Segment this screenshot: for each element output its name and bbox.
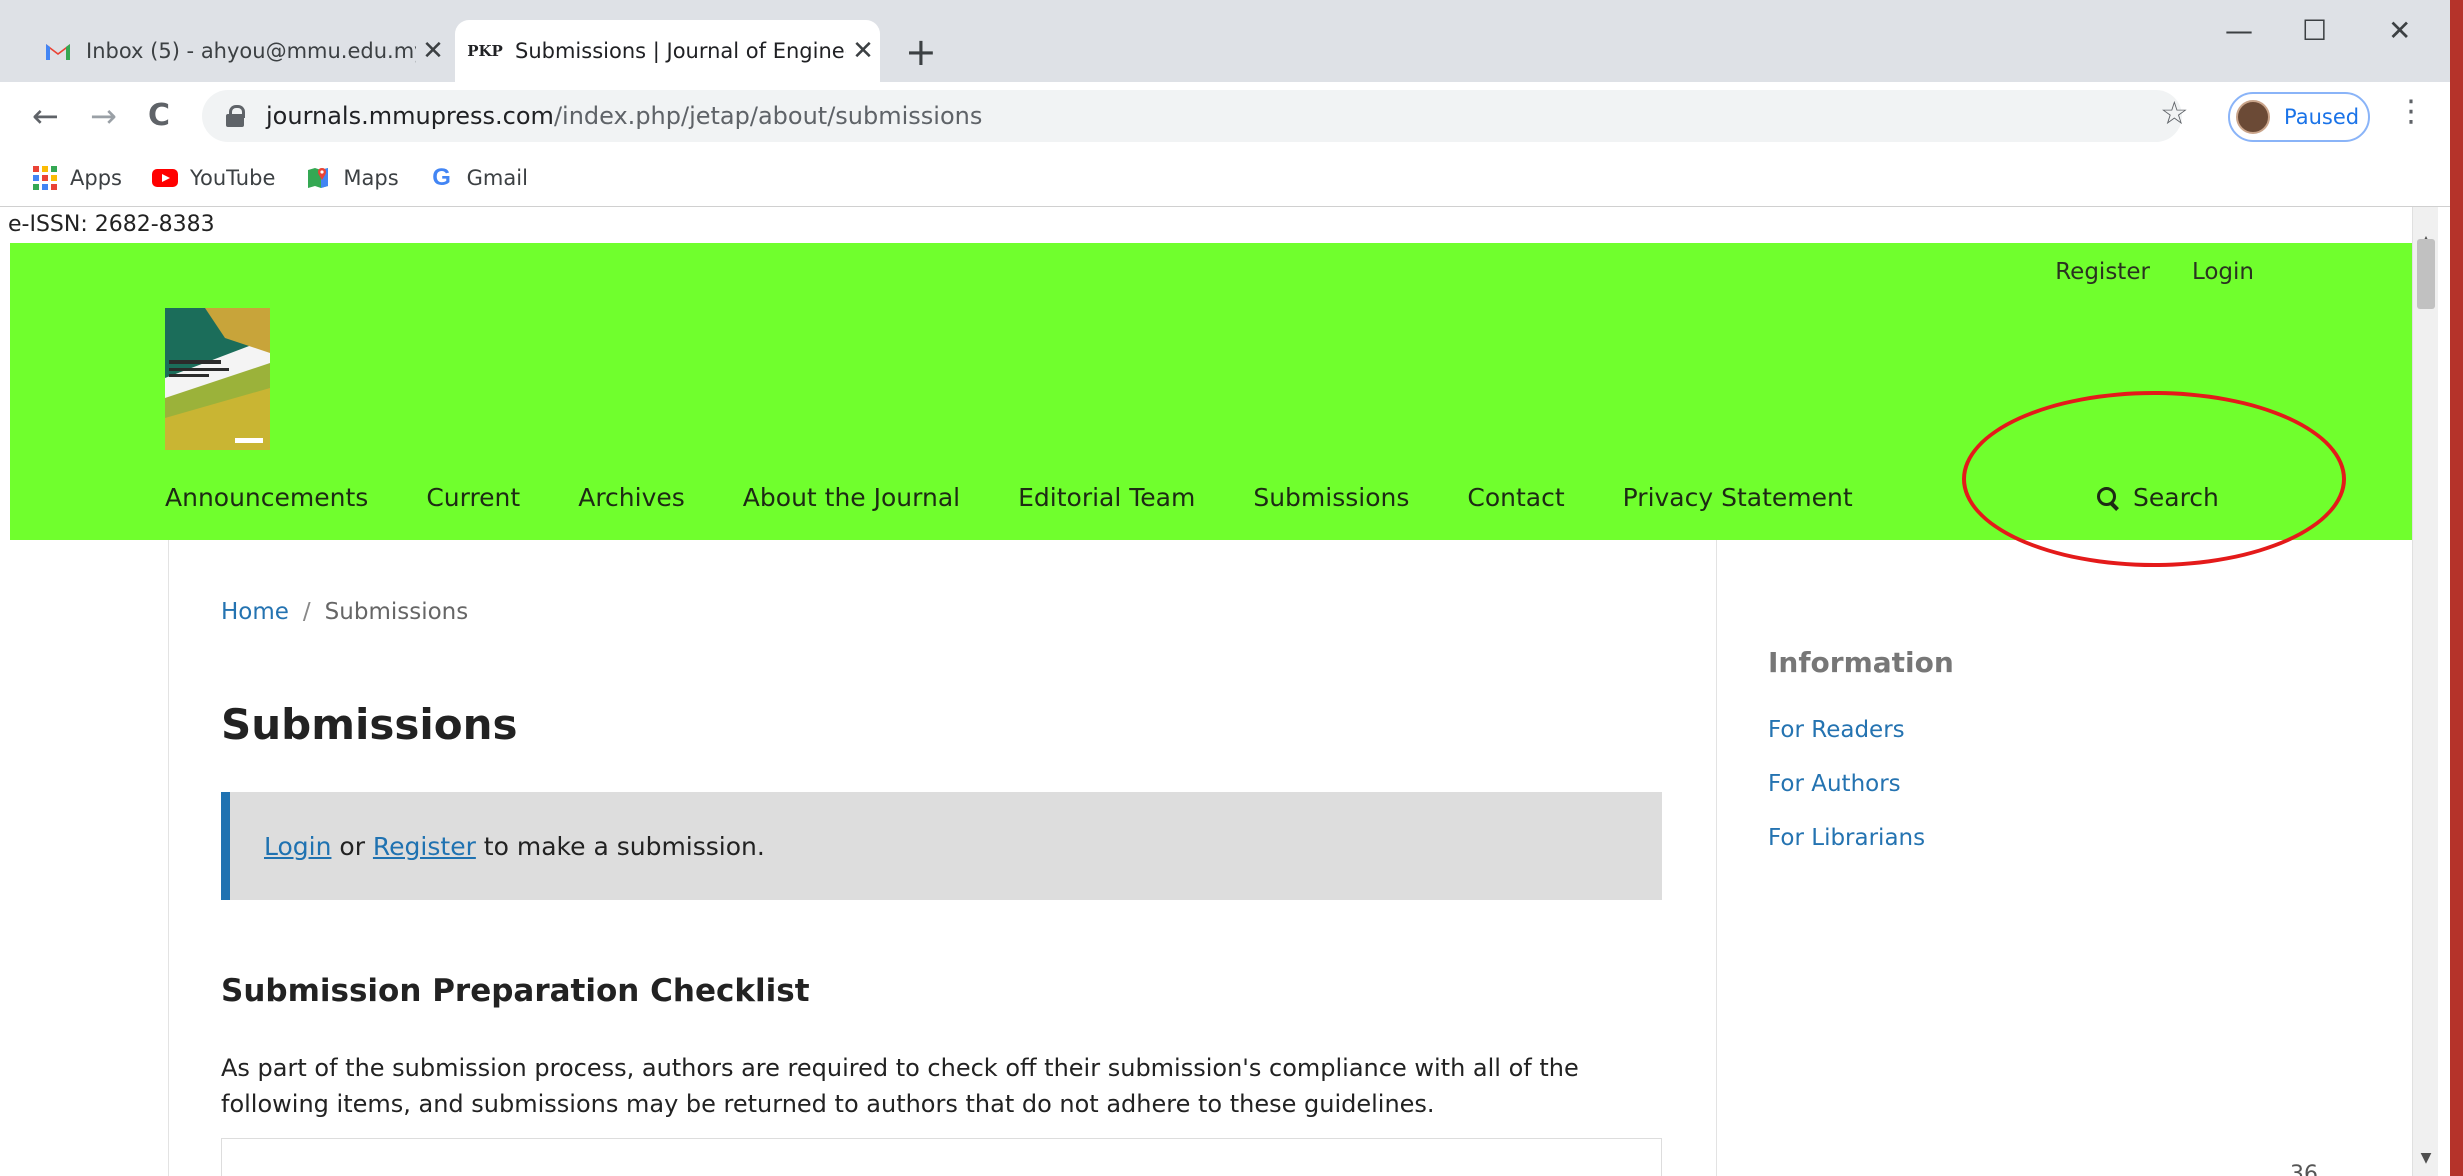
bookmark-label: Maps [343, 166, 399, 190]
user-links: Register Login [2055, 259, 2254, 285]
primary-nav: Announcements Current Archives About the… [165, 483, 1853, 512]
browser-toolbar: ← → C journals.mmupress.com/index.php/je… [0, 82, 2450, 150]
bookmark-star-icon[interactable]: ☆ [2160, 94, 2189, 132]
nav-item-contact[interactable]: Contact [1467, 483, 1564, 512]
submission-notice: Login or Register to make a submission. [221, 792, 1662, 900]
scroll-down-icon[interactable]: ▼ [2413, 1150, 2439, 1172]
browser-chrome: Inbox (5) - ahyou@mmu.edu.my ✕ PKP Submi… [0, 0, 2450, 207]
pkp-icon: PKP [467, 42, 503, 60]
bookmarks-bar: Apps YouTube Maps G Gmail [0, 150, 2450, 207]
lock-icon [226, 105, 246, 127]
minimize-icon[interactable]: — [2225, 14, 2253, 47]
page-title: Submissions [221, 700, 518, 749]
bookmark-youtube[interactable]: YouTube [151, 166, 276, 190]
browser-menu-icon[interactable]: ⋮ [2396, 94, 2426, 129]
tab-title: Submissions | Journal of Enginee [515, 39, 846, 63]
checklist-heading: Submission Preparation Checklist [221, 973, 810, 1009]
register-link[interactable]: Register [2055, 259, 2150, 285]
nav-item-archives[interactable]: Archives [578, 483, 685, 512]
bookmark-label: Gmail [466, 166, 528, 190]
bookmark-label: Apps [70, 166, 122, 190]
slide-number: 36 [2290, 1162, 2318, 1176]
bookmark-label: YouTube [189, 166, 276, 190]
notice-register-link[interactable]: Register [373, 832, 476, 861]
main-content: Home / Submissions Submissions Login or Re… [168, 540, 2412, 1176]
slide-edge [2450, 0, 2463, 1176]
tab-strip: Inbox (5) - ahyou@mmu.edu.my ✕ PKP Submi… [0, 0, 2450, 82]
profile-button[interactable]: Paused [2228, 92, 2370, 142]
nav-item-announcements[interactable]: Announcements [165, 483, 368, 512]
notice-text: to make a submission. [475, 831, 765, 861]
url-path: /index.php/jetap/about/submissions [553, 102, 983, 130]
window-close-icon[interactable]: ✕ [2388, 14, 2411, 47]
checklist-description: As part of the submission process, autho… [221, 1054, 1579, 1118]
notice-login-link[interactable]: Login [264, 832, 331, 861]
sidebar-divider [1716, 540, 1717, 1176]
tab-submissions[interactable]: PKP Submissions | Journal of Enginee ✕ [455, 20, 880, 82]
nav-item-privacy[interactable]: Privacy Statement [1623, 483, 1853, 512]
bookmark-apps[interactable]: Apps [32, 166, 122, 190]
sidebar-heading: Information [1768, 646, 1954, 679]
issn-text: e-ISSN: 2682-8383 [8, 212, 215, 237]
bookmark-maps[interactable]: Maps [305, 166, 399, 190]
tab-title: Inbox (5) - ahyou@mmu.edu.my [86, 39, 416, 63]
gmail-icon [44, 40, 72, 62]
profile-status: Paused [2284, 105, 2360, 129]
apps-grid-icon [32, 166, 58, 190]
tab-close-icon[interactable]: ✕ [846, 36, 880, 66]
scroll-thumb[interactable] [2417, 239, 2435, 309]
nav-item-current[interactable]: Current [426, 483, 520, 512]
forward-icon[interactable]: → [90, 94, 117, 138]
address-bar[interactable]: journals.mmupress.com/index.php/jetap/ab… [202, 90, 2182, 142]
maps-icon [305, 167, 331, 189]
sidebar-link-librarians[interactable]: For Librarians [1768, 825, 1925, 851]
google-icon: G [432, 164, 451, 191]
page-viewport: e-ISSN: 2682-8383 Register Login Announc… [0, 207, 2450, 1176]
journal-logo[interactable] [165, 308, 270, 450]
url-host: journals.mmupress.com [266, 102, 554, 130]
breadcrumb-current: Submissions [324, 599, 469, 625]
sidebar-link-authors[interactable]: For Authors [1768, 771, 1901, 797]
page-scrollbar[interactable]: ▲ ▼ [2412, 207, 2438, 1176]
breadcrumb-separator: / [302, 599, 311, 625]
youtube-icon [151, 167, 178, 189]
breadcrumb-home-link[interactable]: Home [221, 599, 289, 625]
breadcrumb: Home / Submissions [221, 599, 468, 625]
maximize-icon[interactable]: ☐ [2302, 14, 2327, 47]
nav-item-submissions[interactable]: Submissions [1253, 483, 1409, 512]
nav-item-about[interactable]: About the Journal [743, 483, 960, 512]
tab-gmail-inbox[interactable]: Inbox (5) - ahyou@mmu.edu.my ✕ [30, 20, 450, 82]
notice-text: or [331, 831, 373, 861]
avatar [2236, 100, 2270, 134]
sidebar-link-readers[interactable]: For Readers [1768, 717, 1905, 743]
reload-icon[interactable]: C [148, 94, 170, 138]
tab-close-icon[interactable]: ✕ [416, 36, 450, 66]
red-annotation-circle [1962, 391, 2346, 567]
bookmark-gmail[interactable]: G Gmail [429, 164, 528, 191]
new-tab-button[interactable]: + [905, 30, 937, 74]
back-icon[interactable]: ← [32, 94, 59, 138]
login-link[interactable]: Login [2192, 259, 2254, 285]
checklist-list [221, 1138, 1662, 1176]
nav-item-editorial-team[interactable]: Editorial Team [1018, 483, 1195, 512]
